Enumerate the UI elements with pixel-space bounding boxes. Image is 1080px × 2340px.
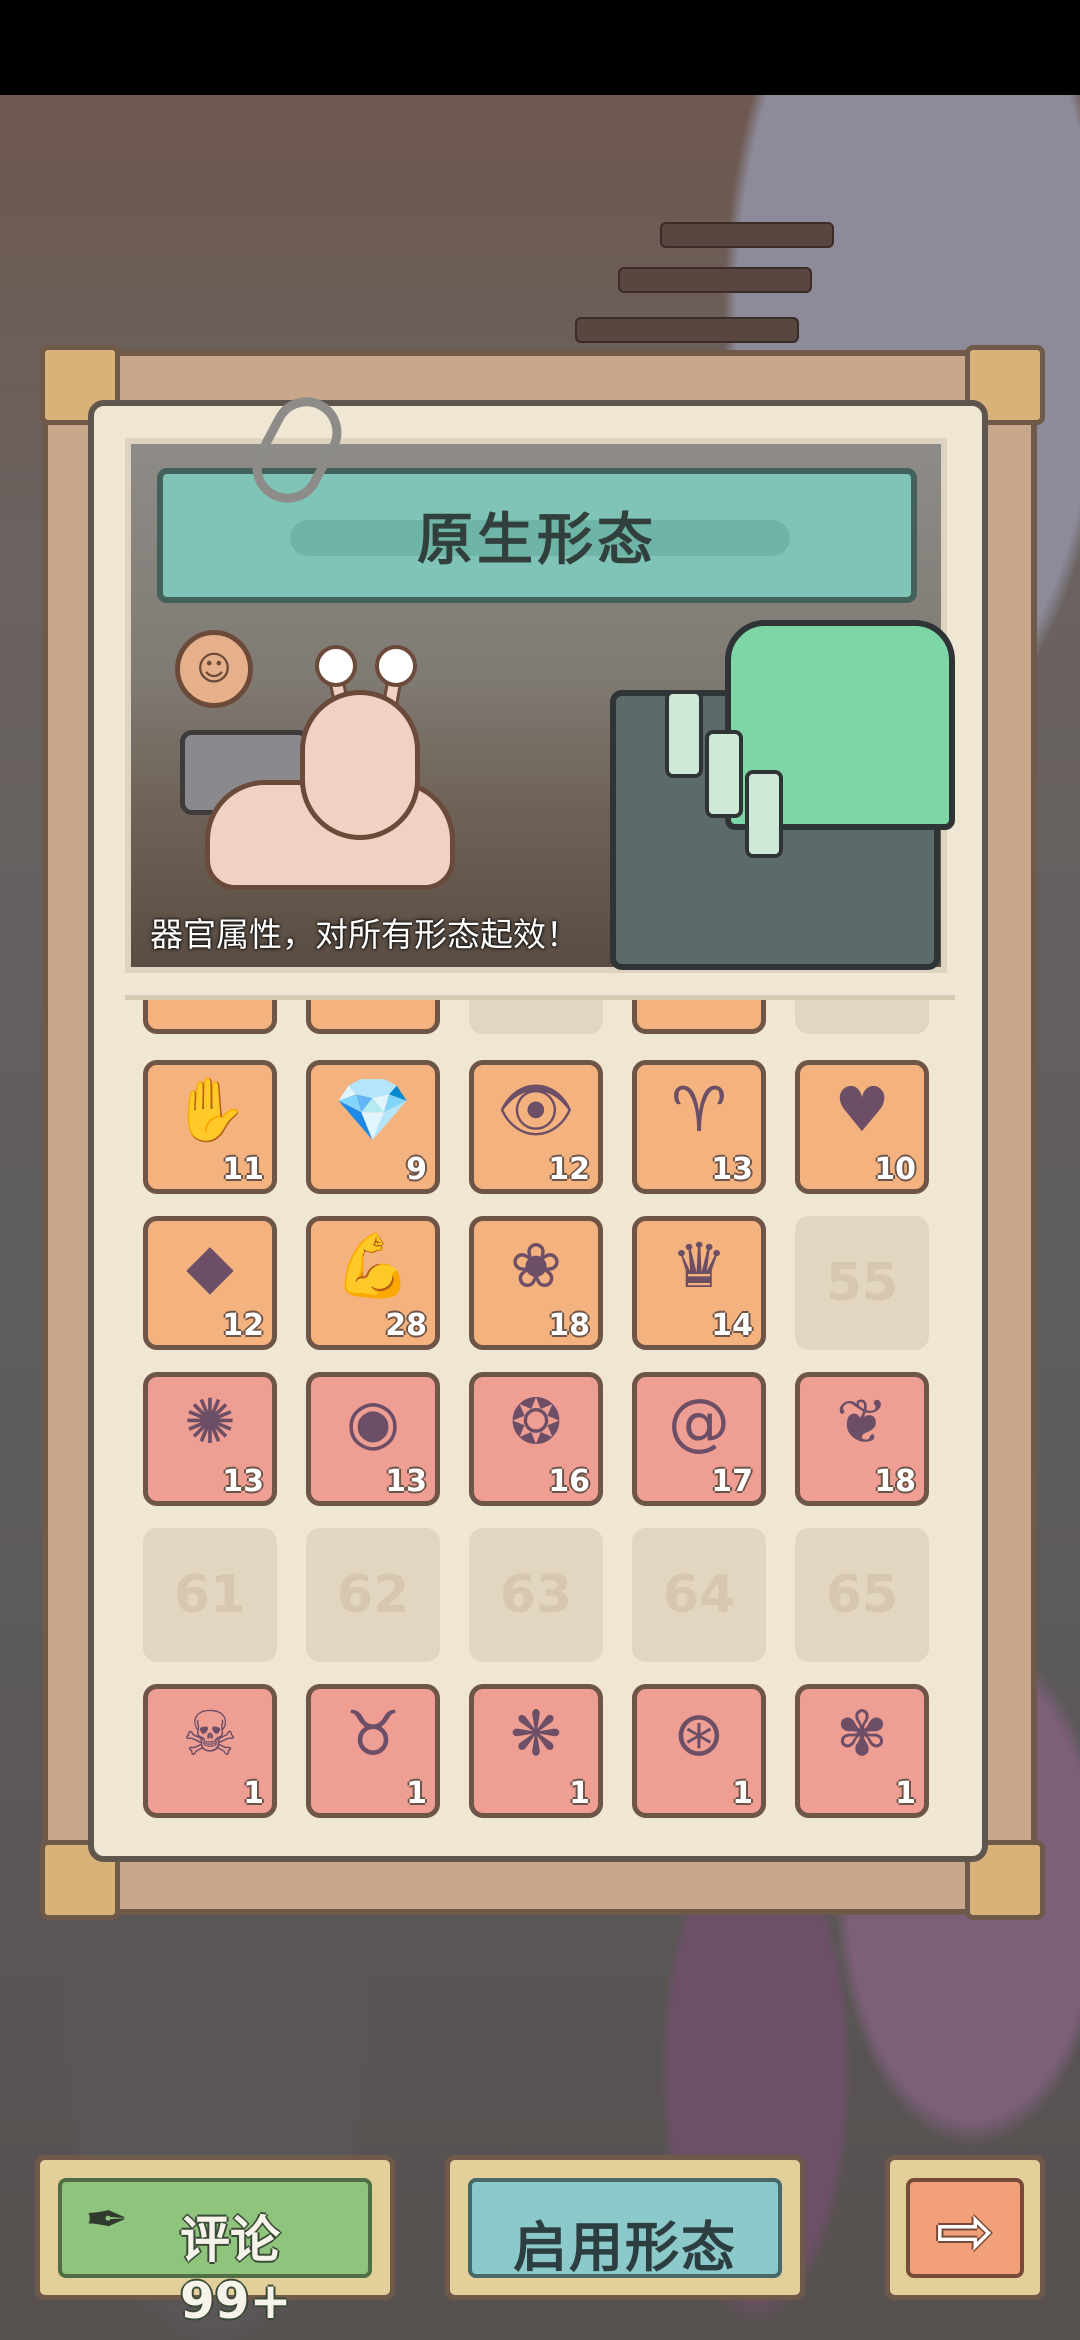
enable-form-button[interactable]: 启用形态: [445, 2155, 805, 2300]
background-plank: [575, 317, 799, 343]
organ-slot[interactable]: 👁 12: [469, 1060, 603, 1194]
organ-count: 11: [222, 1152, 264, 1187]
snail-shell-icon: @: [668, 1385, 730, 1458]
status-bar: [0, 0, 1080, 95]
comment-label: 评论 99+: [180, 2211, 292, 2330]
organ-slot[interactable]: ☠ 1: [143, 1684, 277, 1818]
organ-count: 1: [406, 1776, 427, 1811]
crystal-shard-icon: ◆: [186, 1229, 234, 1302]
organ-count: 1: [732, 1776, 753, 1811]
organ-count: 13: [385, 1464, 427, 1499]
snail-head: [300, 690, 420, 840]
horns-icon: ♈: [671, 1073, 727, 1146]
page-title: 原生形态: [417, 508, 657, 573]
organ-slot[interactable]: ♥ 10: [795, 1060, 929, 1194]
snail-eye: [375, 645, 417, 687]
fanged-maw-icon: ☠: [182, 1697, 238, 1770]
heart-organ-icon: ♥: [834, 1073, 890, 1146]
organ-slot[interactable]: ♉ 1: [306, 1684, 440, 1818]
organ-slot[interactable]: ❀ 18: [469, 1216, 603, 1350]
spine-eye-icon: ✺: [184, 1385, 236, 1458]
organ-slot[interactable]: @17: [632, 1372, 766, 1506]
tentacle-eye-icon: ✾: [836, 1697, 888, 1770]
test-tube: [665, 690, 703, 778]
organ-slot[interactable]: ❦ 18: [795, 1372, 929, 1506]
locked-organ-slot: 65: [795, 1528, 929, 1662]
background-plank: [618, 267, 812, 293]
snail-eye: [315, 645, 357, 687]
organ-count: 1: [569, 1776, 590, 1811]
next-button[interactable]: ⇨: [885, 2155, 1045, 2300]
eyeball-blob-icon: ◉: [345, 1385, 401, 1458]
organ-slot-partial: [632, 1000, 766, 1034]
organ-slot-partial: [795, 1000, 929, 1034]
organ-slot[interactable]: 💪 28: [306, 1216, 440, 1350]
winged-brain-icon: ❋: [510, 1697, 562, 1770]
locked-organ-slot: 64: [632, 1528, 766, 1662]
organ-count: 13: [222, 1464, 264, 1499]
organ-count: 12: [222, 1308, 264, 1343]
locked-organ-slot: 55: [795, 1216, 929, 1350]
quill-icon: ✒: [85, 2190, 129, 2250]
test-tube: [705, 730, 743, 818]
spiked-crown-icon: ♛: [671, 1229, 727, 1302]
flesh-lump-icon: ❦: [836, 1385, 888, 1458]
locked-organ-slot: 61: [143, 1528, 277, 1662]
eye-disc-icon: 👁: [496, 1073, 576, 1146]
snail-face-coin-icon[interactable]: ☺: [175, 630, 253, 708]
enable-form-label: 启用形态: [513, 2216, 737, 2279]
organ-grid[interactable]: ✋ 11 💎 9 👁 12 ♈ 13 ♥ 10 ◆ 12 💪 28 ❀ 18 ♛ 14 55 ✺ 13 ◉ 13 ❂ 16 @17…: [125, 995, 955, 1860]
organ-slot[interactable]: ✾ 1: [795, 1684, 929, 1818]
organ-slot-partial: [306, 1000, 440, 1034]
test-tube: [745, 770, 783, 858]
organ-count: 18: [548, 1308, 590, 1343]
organ-slot[interactable]: ♈ 13: [632, 1060, 766, 1194]
arrow-right-icon: ⇨: [935, 2190, 995, 2272]
organ-count: 9: [406, 1152, 427, 1187]
brain-icon: ❀: [510, 1229, 562, 1302]
organ-count: 28: [385, 1308, 427, 1343]
flesh-eye-icon: ❂: [510, 1385, 562, 1458]
organ-slot[interactable]: ♛ 14: [632, 1216, 766, 1350]
crystal-claw-icon: ✋: [171, 1073, 249, 1146]
organ-count: 1: [243, 1776, 264, 1811]
organ-slot[interactable]: ❂ 16: [469, 1372, 603, 1506]
organ-count: 14: [711, 1308, 753, 1343]
demon-mask-icon: ♉: [345, 1697, 401, 1770]
organ-slot[interactable]: ✋ 11: [143, 1060, 277, 1194]
organ-count: 10: [874, 1152, 916, 1187]
organ-count: 12: [548, 1152, 590, 1187]
background-plank: [660, 222, 834, 248]
red-eye-orb-icon: ⊛: [673, 1697, 725, 1770]
organ-slot[interactable]: 💎 9: [306, 1060, 440, 1194]
organ-slot-partial: [469, 1000, 603, 1034]
organ-count: 17: [711, 1464, 753, 1499]
muscle-arm-icon: 💪: [334, 1229, 412, 1302]
organ-slot[interactable]: ◆ 12: [143, 1216, 277, 1350]
crystal-arm-icon: 💎: [334, 1073, 412, 1146]
organ-slot[interactable]: ✺ 13: [143, 1372, 277, 1506]
organ-count: 18: [874, 1464, 916, 1499]
organ-slot[interactable]: ⊛ 1: [632, 1684, 766, 1818]
organ-slot[interactable]: ❋ 1: [469, 1684, 603, 1818]
banner-caption: 器官属性，对所有形态起效！: [150, 915, 579, 954]
comment-button[interactable]: ✒ 评论 99+: [35, 2155, 395, 2330]
organ-slot-partial: [143, 1000, 277, 1034]
organ-count: 16: [548, 1464, 590, 1499]
locked-organ-slot: 62: [306, 1528, 440, 1662]
organ-count: 1: [895, 1776, 916, 1811]
organ-slot[interactable]: ◉ 13: [306, 1372, 440, 1506]
organ-count: 13: [711, 1152, 753, 1187]
locked-organ-slot: 63: [469, 1528, 603, 1662]
